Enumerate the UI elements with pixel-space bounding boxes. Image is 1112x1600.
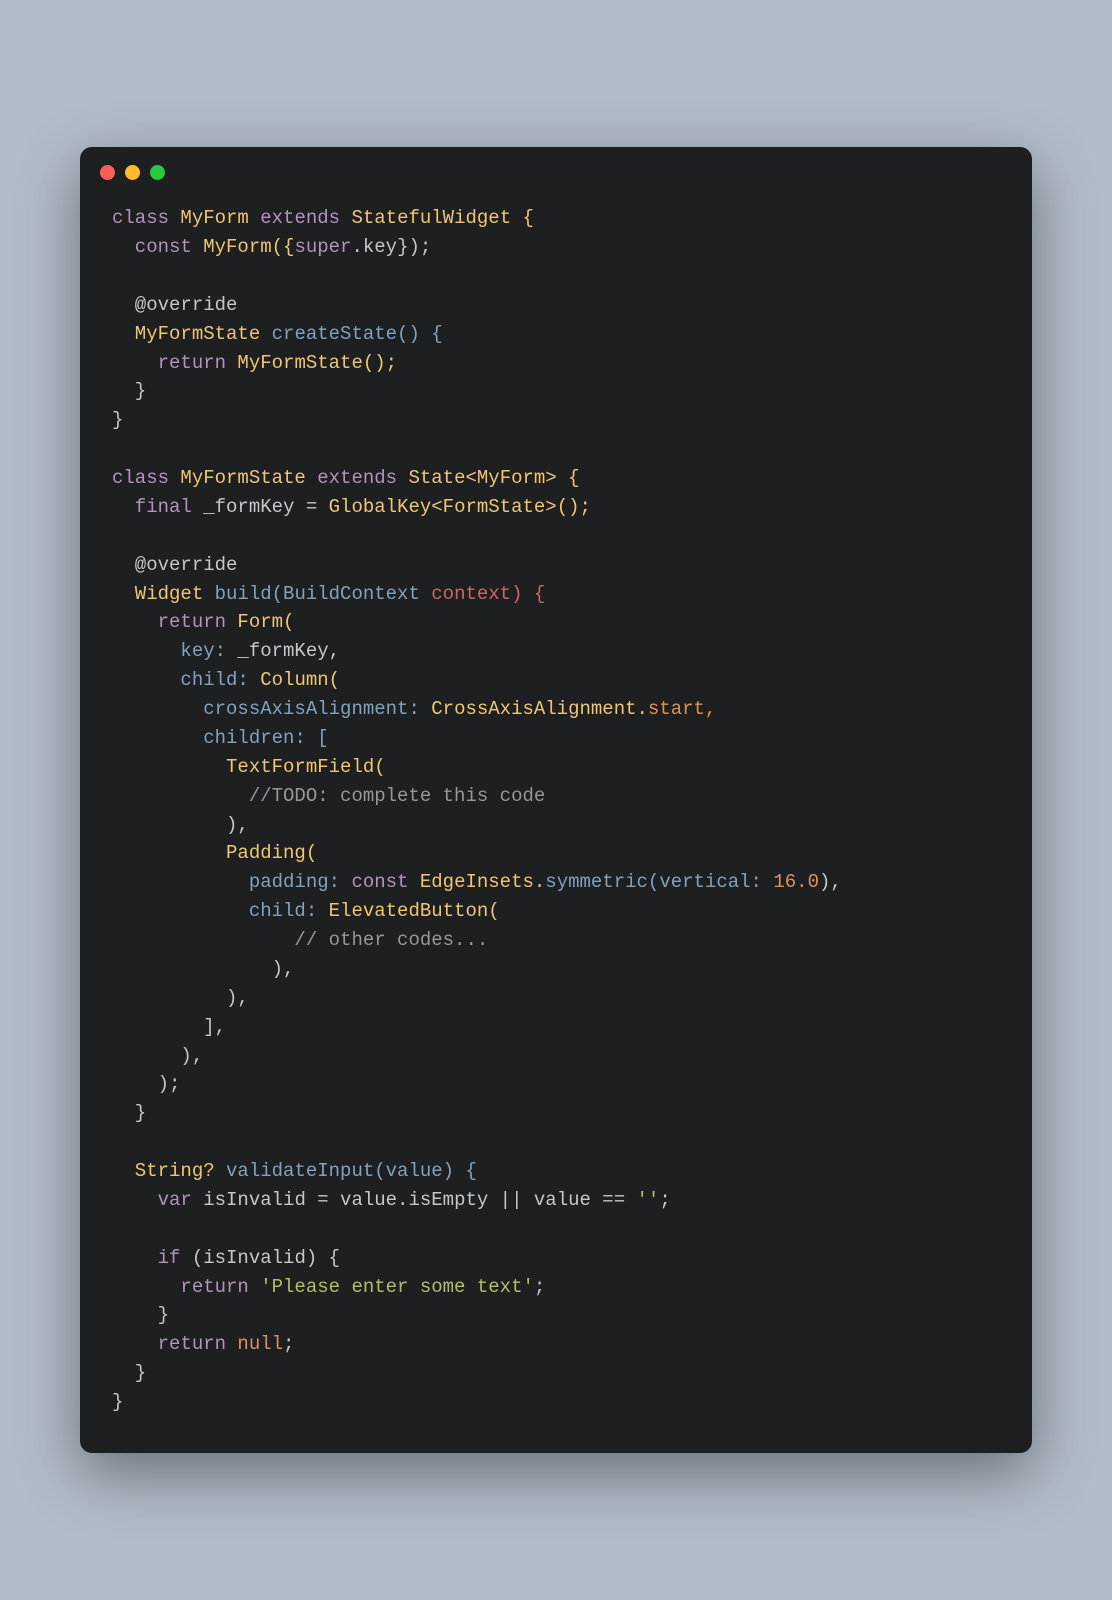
code-token: ; (283, 1333, 294, 1355)
code-token: @override (112, 294, 237, 316)
code-token: class (112, 467, 169, 489)
code-token: MyFormState(); (226, 352, 397, 374)
code-token: ], (112, 1016, 226, 1038)
code-token: final (112, 496, 192, 518)
maximize-icon[interactable] (150, 165, 165, 180)
code-token: // other codes... (112, 929, 488, 951)
code-token: ); (112, 1073, 180, 1095)
code-token: MyFormState (169, 467, 317, 489)
code-token: Widget (112, 583, 215, 605)
code-token: } (112, 409, 123, 431)
code-token: context) { (431, 583, 545, 605)
code-token: StatefulWidget { (340, 207, 534, 229)
code-token: //TODO: complete this code (112, 785, 545, 807)
code-token: MyFormState (112, 323, 272, 345)
code-token: Padding( (112, 842, 317, 864)
code-token: padding: (112, 871, 351, 893)
code-token: validateInput(value) { (226, 1160, 477, 1182)
code-token: return (112, 611, 226, 633)
code-token: key: (112, 640, 237, 662)
code-token: EdgeInsets. (408, 871, 545, 893)
code-token: child: (112, 669, 260, 691)
code-token: symmetric( (545, 871, 659, 893)
code-token: class (112, 207, 169, 229)
code-token: } (112, 1304, 169, 1326)
code-token: .key}); (351, 236, 431, 258)
window-titlebar (80, 147, 1032, 180)
code-token: return (112, 1276, 249, 1298)
code-token: return (112, 352, 226, 374)
code-token: } (112, 1362, 146, 1384)
code-token: ), (819, 871, 842, 893)
code-token: createState() { (272, 323, 443, 345)
code-token: Column( (260, 669, 340, 691)
code-token: ), (112, 987, 249, 1009)
code-token: extends (317, 467, 397, 489)
code-token: null (226, 1333, 283, 1355)
code-content: class MyForm extends StatefulWidget { co… (80, 180, 1032, 1453)
code-token: ElevatedButton( (329, 900, 500, 922)
code-token: } (112, 1391, 123, 1413)
code-token: ), (112, 814, 249, 836)
code-token: _formKey, (237, 640, 340, 662)
code-token: ; (659, 1189, 670, 1211)
code-token: 'Please enter some text' (249, 1276, 534, 1298)
code-token: TextFormField( (112, 756, 386, 778)
code-window: class MyForm extends StatefulWidget { co… (80, 147, 1032, 1453)
code-token: ), (112, 958, 294, 980)
code-token: const (112, 236, 192, 258)
code-token: } (112, 380, 146, 402)
code-token: Form( (226, 611, 294, 633)
code-token: var (112, 1189, 192, 1211)
code-token: build(BuildContext (215, 583, 432, 605)
code-token: '' (637, 1189, 660, 1211)
code-token: const (351, 871, 408, 893)
code-token: } (112, 1102, 146, 1124)
code-token: _formKey = (192, 496, 329, 518)
code-token: @override (112, 554, 237, 576)
code-token: children: [ (112, 727, 329, 749)
code-token: ; (534, 1276, 545, 1298)
code-token: child: (112, 900, 329, 922)
code-token: State<MyForm> { (397, 467, 579, 489)
minimize-icon[interactable] (125, 165, 140, 180)
code-token: CrossAxisAlignment. (431, 698, 648, 720)
code-token: super (294, 236, 351, 258)
code-token: 16.0 (773, 871, 819, 893)
code-token: extends (260, 207, 340, 229)
code-token: GlobalKey<FormState>(); (329, 496, 591, 518)
code-token: (isInvalid) { (180, 1247, 340, 1269)
code-token: crossAxisAlignment: (112, 698, 431, 720)
code-token: return (112, 1333, 226, 1355)
code-token: String? (112, 1160, 226, 1182)
code-token: MyForm (169, 207, 260, 229)
code-token: vertical: (659, 871, 773, 893)
code-token: isInvalid = value.isEmpty || value == (192, 1189, 637, 1211)
code-token: start, (648, 698, 716, 720)
code-token: if (112, 1247, 180, 1269)
code-token: ), (112, 1045, 203, 1067)
code-token: MyForm({ (192, 236, 295, 258)
close-icon[interactable] (100, 165, 115, 180)
